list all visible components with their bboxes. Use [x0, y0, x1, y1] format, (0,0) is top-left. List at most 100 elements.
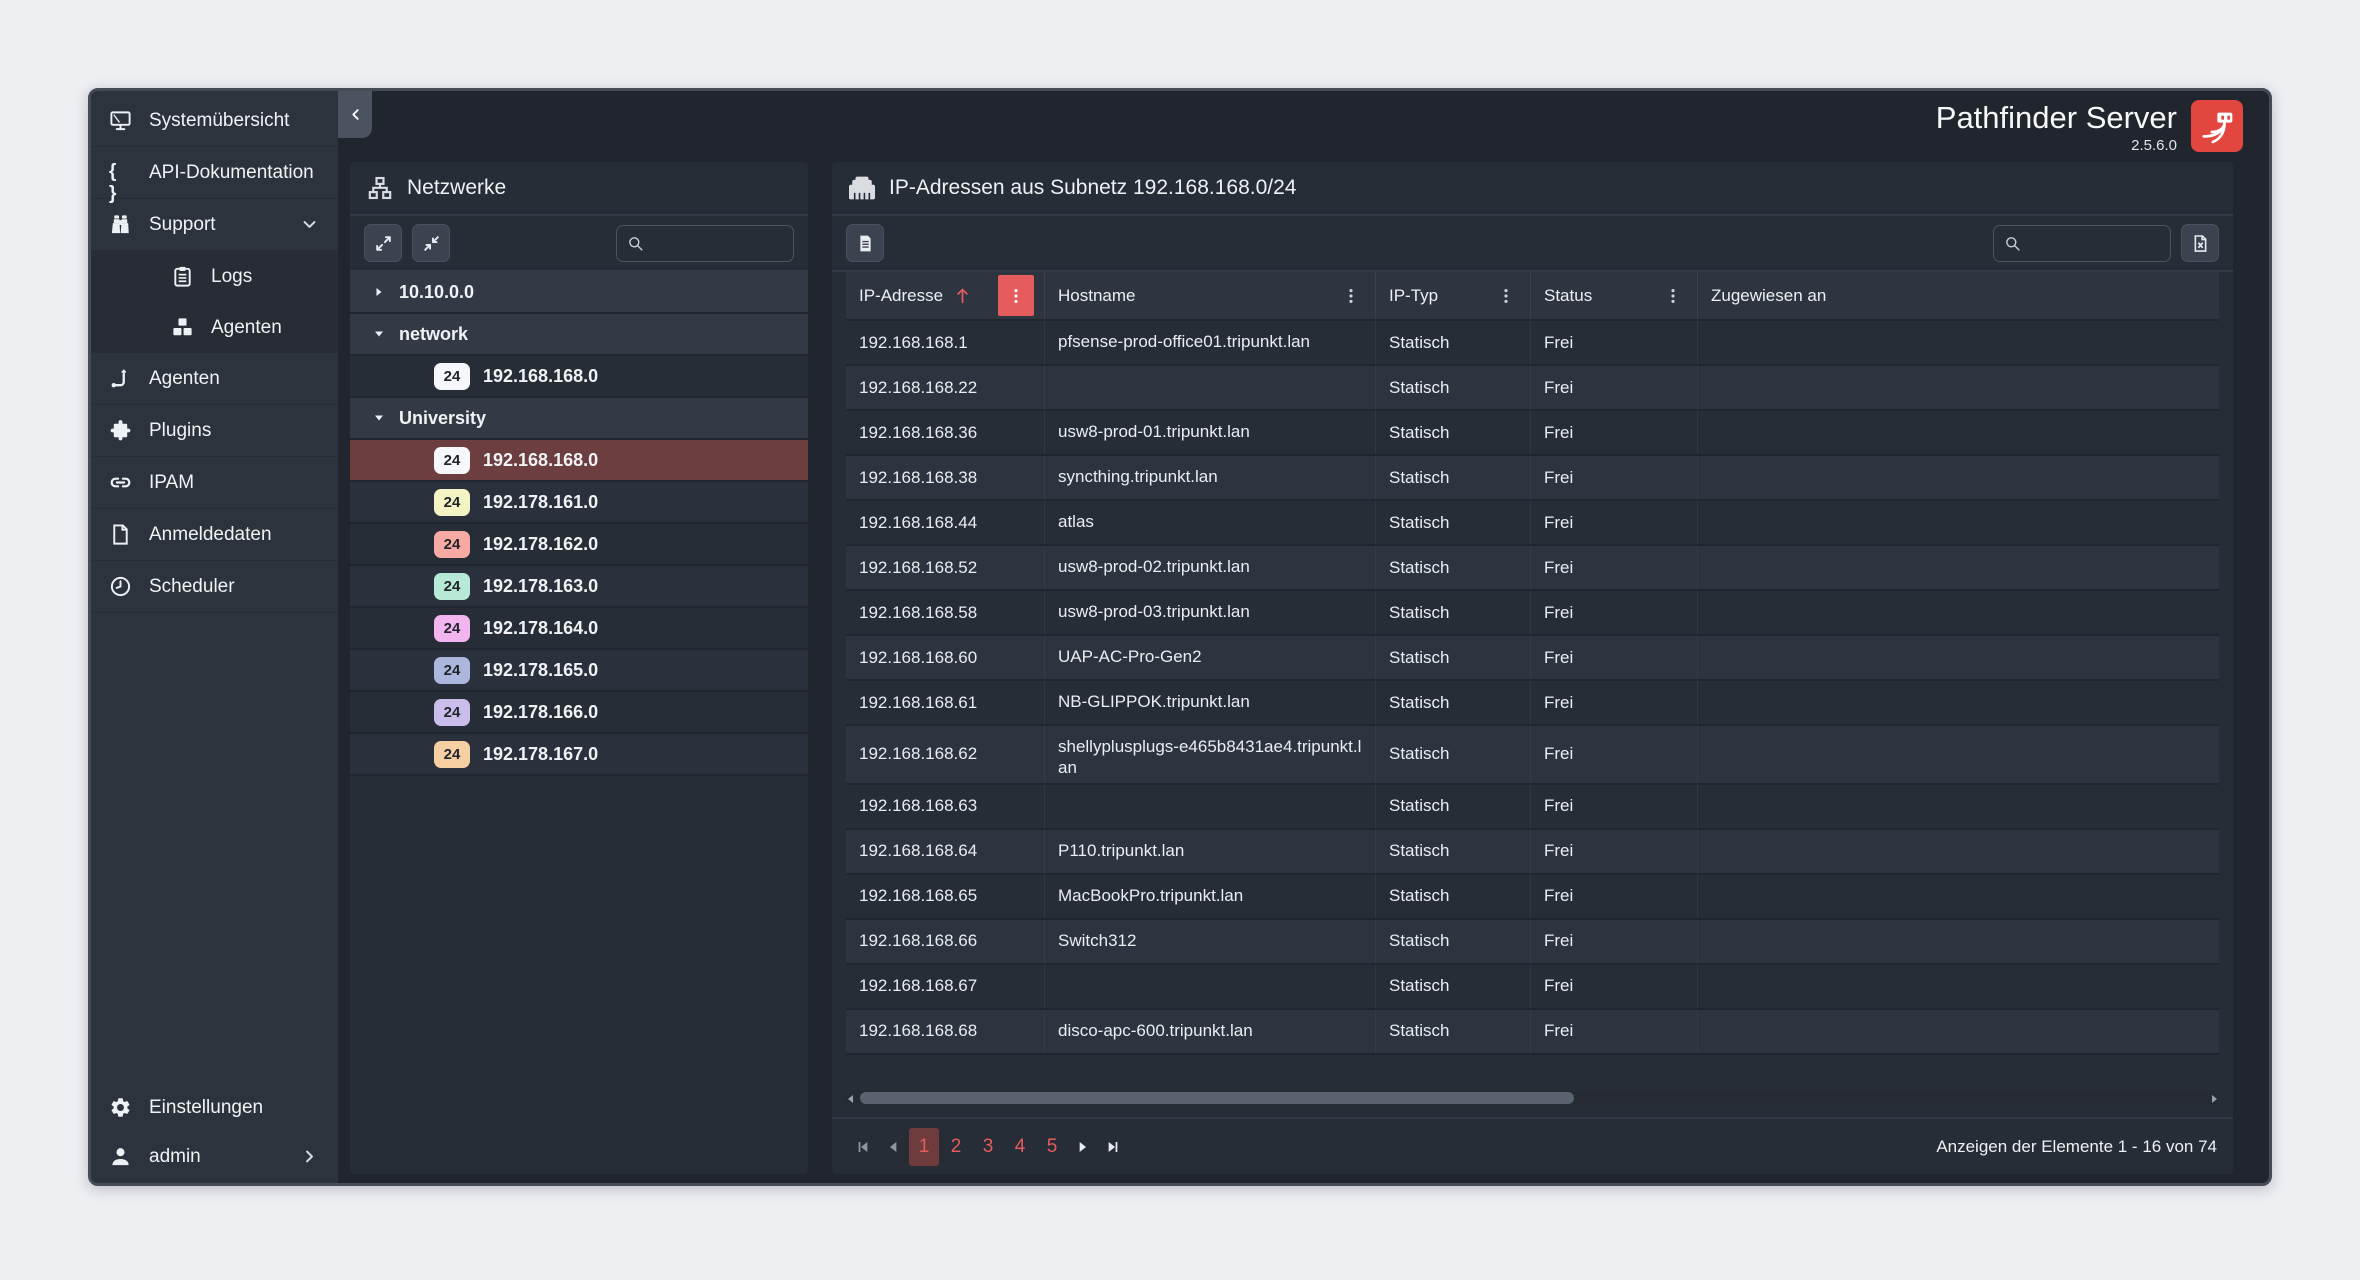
sidebar-collapse-button[interactable] — [338, 91, 372, 138]
table-row[interactable]: 192.168.168.68disco-apc-600.tripunkt.lan… — [846, 1010, 2219, 1055]
tree-network-label: 192.178.163.0 — [483, 576, 598, 597]
tree-network-label: 192.178.166.0 — [483, 702, 598, 723]
sidebar-item-plugins[interactable]: Plugins — [91, 405, 338, 457]
tree-group-network[interactable]: network — [350, 314, 808, 356]
cell-zugewiesen-an — [1698, 830, 2219, 873]
ip-panel-title: IP-Adressen aus Subnetz 192.168.168.0/24 — [889, 176, 1296, 200]
cell-ip-adresse: 192.168.168.36 — [846, 411, 1045, 454]
column-menu-button[interactable] — [1662, 285, 1684, 307]
sidebar-item-label: Logs — [211, 266, 252, 288]
table-row[interactable]: 192.168.168.22StatischFrei — [846, 366, 2219, 411]
table-row[interactable]: 192.168.168.60UAP-AC-Pro-Gen2StatischFre… — [846, 636, 2219, 681]
expand-icon — [374, 234, 393, 253]
sidebar-item-logs[interactable]: Logs — [91, 251, 338, 302]
column-header-ip-adresse[interactable]: IP-Adresse — [846, 272, 1045, 319]
sidebar-item-ipam[interactable]: IPAM — [91, 457, 338, 509]
next-page-button[interactable] — [1068, 1132, 1098, 1162]
tree-group-10-10-0-0[interactable]: 10.10.0.0 — [350, 272, 808, 314]
caret-right-icon — [373, 286, 385, 298]
pagination-bar: 12345 Anzeigen der Elemente 1 - 16 von 7… — [832, 1117, 2233, 1174]
cell-hostname: NB-GLIPPOK.tripunkt.lan — [1045, 681, 1376, 724]
cell-ip-adresse: 192.168.168.68 — [846, 1010, 1045, 1053]
sidebar-item-agenten[interactable]: Agenten — [91, 302, 338, 353]
table-row[interactable]: 192.168.168.36usw8-prod-01.tripunkt.lanS… — [846, 411, 2219, 456]
column-menu-button[interactable] — [1495, 285, 1517, 307]
table-row[interactable]: 192.168.168.62shellyplusplugs-e465b8431a… — [846, 726, 2219, 785]
cell-zugewiesen-an — [1698, 456, 2219, 499]
next-page-icon — [1075, 1139, 1091, 1155]
table-row[interactable]: 192.168.168.52usw8-prod-02.tripunkt.lanS… — [846, 546, 2219, 591]
table-row[interactable]: 192.168.168.44atlasStatischFrei — [846, 501, 2219, 546]
page-button-5[interactable]: 5 — [1037, 1128, 1067, 1166]
sidebar-item-system-bersicht[interactable]: Systemübersicht — [91, 95, 338, 147]
column-header-status[interactable]: Status — [1531, 272, 1698, 319]
table-row[interactable]: 192.168.168.58usw8-prod-03.tripunkt.lanS… — [846, 591, 2219, 636]
cell-status: Frei — [1531, 1010, 1698, 1053]
column-header-label: IP-Adresse — [859, 286, 943, 306]
ip-search-input[interactable] — [2029, 234, 2160, 252]
scroll-left-icon[interactable] — [845, 1092, 857, 1104]
ip-table-body: 192.168.168.1pfsense-prod-office01.tripu… — [846, 321, 2219, 1055]
sidebar-item-einstellungen[interactable]: Einstellungen — [91, 1083, 338, 1132]
tree-network-192-178-167-0[interactable]: 24192.178.167.0 — [350, 734, 808, 776]
tree-network-192-178-164-0[interactable]: 24192.178.164.0 — [350, 608, 808, 650]
table-row[interactable]: 192.168.168.67StatischFrei — [846, 965, 2219, 1010]
sidebar-item-support[interactable]: Support — [91, 199, 338, 251]
table-row[interactable]: 192.168.168.61NB-GLIPPOK.tripunkt.lanSta… — [846, 681, 2219, 726]
tree-network-192-178-166-0[interactable]: 24192.178.166.0 — [350, 692, 808, 734]
tree-group-university[interactable]: University — [350, 398, 808, 440]
cell-status: Frei — [1531, 875, 1698, 918]
last-page-button[interactable] — [1098, 1132, 1128, 1162]
cell-zugewiesen-an — [1698, 1010, 2219, 1053]
cidr-badge: 24 — [434, 447, 470, 474]
tree-network-192-178-161-0[interactable]: 24192.178.161.0 — [350, 482, 808, 524]
first-page-button[interactable] — [848, 1132, 878, 1162]
app-logo — [2191, 100, 2243, 152]
networks-search-input[interactable] — [652, 234, 783, 252]
cell-ip-typ: Statisch — [1376, 1010, 1531, 1053]
cidr-badge: 24 — [434, 657, 470, 684]
tree-network-192-168-168-0[interactable]: 24192.168.168.0 — [350, 440, 808, 482]
table-row[interactable]: 192.168.168.63StatischFrei — [846, 785, 2219, 830]
tree-collapse-all-button[interactable] — [412, 224, 450, 262]
cidr-badge: 24 — [434, 531, 470, 558]
export-excel-button[interactable] — [2181, 224, 2219, 262]
document-view-button[interactable] — [846, 224, 884, 262]
tree-network-192-178-163-0[interactable]: 24192.178.163.0 — [350, 566, 808, 608]
column-header-zugewiesen-an[interactable]: Zugewiesen an — [1698, 272, 2219, 319]
column-menu-button[interactable] — [1340, 285, 1362, 307]
user-icon — [109, 1145, 132, 1168]
sidebar-item-anmeldedaten[interactable]: Anmeldedaten — [91, 509, 338, 561]
cell-status: Frei — [1531, 456, 1698, 499]
scrollbar-thumb[interactable] — [860, 1092, 1574, 1104]
column-header-ip-typ[interactable]: IP-Typ — [1376, 272, 1531, 319]
tree-expand-all-button[interactable] — [364, 224, 402, 262]
column-menu-button[interactable] — [998, 275, 1034, 316]
table-row[interactable]: 192.168.168.1pfsense-prod-office01.tripu… — [846, 321, 2219, 366]
page-button-1[interactable]: 1 — [909, 1128, 939, 1166]
tree-network-192-178-162-0[interactable]: 24192.178.162.0 — [350, 524, 808, 566]
table-row[interactable]: 192.168.168.65MacBookPro.tripunkt.lanSta… — [846, 875, 2219, 920]
scroll-right-icon[interactable] — [2208, 1092, 2220, 1104]
page-button-2[interactable]: 2 — [941, 1128, 971, 1166]
table-row[interactable]: 192.168.168.64P110.tripunkt.lanStatischF… — [846, 830, 2219, 875]
previous-page-button[interactable] — [878, 1132, 908, 1162]
sidebar-item-admin[interactable]: admin — [91, 1132, 338, 1181]
page-button-3[interactable]: 3 — [973, 1128, 1003, 1166]
horizontal-scrollbar[interactable] — [846, 1091, 2219, 1105]
title-block: Pathfinder Server 2.5.6.0 — [1936, 100, 2177, 154]
sidebar-item-scheduler[interactable]: Scheduler — [91, 561, 338, 613]
tree-network-192-178-165-0[interactable]: 24192.178.165.0 — [350, 650, 808, 692]
column-header-hostname[interactable]: Hostname — [1045, 272, 1376, 319]
ip-toolbar — [832, 216, 2233, 272]
page-button-4[interactable]: 4 — [1005, 1128, 1035, 1166]
table-row[interactable]: 192.168.168.38syncthing.tripunkt.lanStat… — [846, 456, 2219, 501]
sidebar-item-agenten[interactable]: Agenten — [91, 353, 338, 405]
clock-icon — [109, 575, 132, 598]
sidebar-item-api-dokumentation[interactable]: { }API-Dokumentation — [91, 147, 338, 199]
tree-network-192-168-168-0[interactable]: 24192.168.168.0 — [350, 356, 808, 398]
cell-status: Frei — [1531, 785, 1698, 828]
main-area: Pathfinder Server 2.5.6.0 Netzwerke — [338, 91, 2269, 1183]
cell-status: Frei — [1531, 501, 1698, 544]
table-row[interactable]: 192.168.168.66Switch312StatischFrei — [846, 920, 2219, 965]
